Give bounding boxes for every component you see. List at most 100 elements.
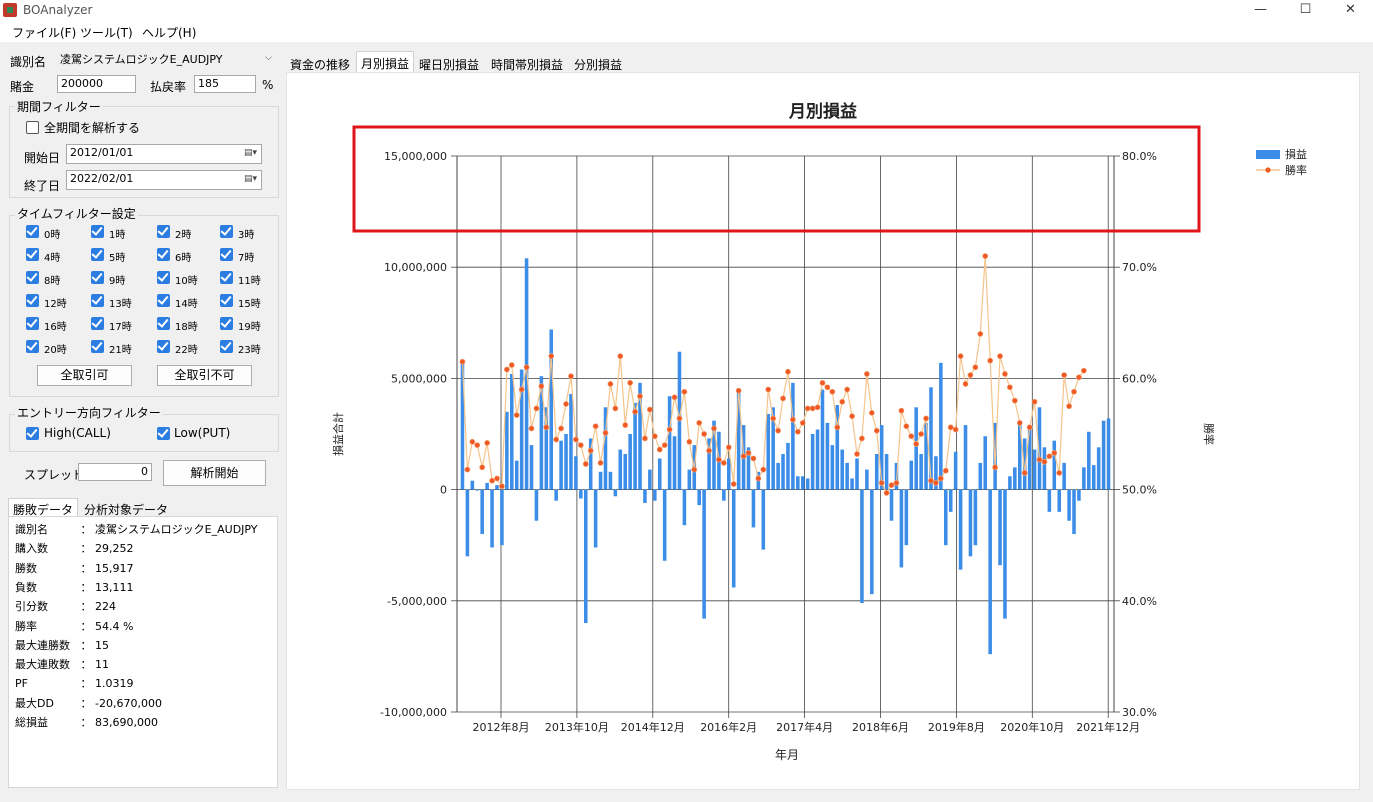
hour-checkbox[interactable] xyxy=(220,339,233,353)
pnl-bar xyxy=(697,489,701,506)
hour-checkbox[interactable] xyxy=(157,270,170,284)
start-date-picker[interactable]: 2012/01/01 ▤▾ xyxy=(66,144,262,164)
hour-checkbox[interactable] xyxy=(26,247,39,261)
stake-input[interactable]: 200000 xyxy=(57,75,136,93)
pnl-bar xyxy=(1077,489,1081,501)
hour-checkbox[interactable] xyxy=(157,247,170,261)
pnl-bar xyxy=(791,382,795,490)
payout-input[interactable]: 185 xyxy=(194,75,256,93)
pnl-bar xyxy=(1062,462,1066,490)
win-rate-point xyxy=(572,436,579,443)
win-rate-point xyxy=(908,433,915,440)
hour-checkbox[interactable] xyxy=(91,270,104,284)
win-rate-point xyxy=(849,413,855,420)
x-tick-label: 2016年2月 xyxy=(700,720,757,734)
menu-tools[interactable]: ツール(T) xyxy=(80,24,133,41)
hour-checkbox[interactable] xyxy=(26,339,39,353)
hour-checkbox[interactable] xyxy=(26,293,39,307)
win-rate-point xyxy=(859,435,865,442)
pnl-bar xyxy=(855,458,859,490)
menu-help[interactable]: ヘルプ(H) xyxy=(142,24,196,41)
hour-checkbox[interactable] xyxy=(157,316,170,330)
x-tick-label: 2012年8月 xyxy=(473,720,530,734)
win-rate-point xyxy=(627,379,634,386)
pnl-bar xyxy=(731,489,736,588)
win-rate-point xyxy=(637,393,643,400)
win-rate-point xyxy=(661,442,668,449)
stat-key: PF xyxy=(15,677,28,691)
end-date-value: 2022/02/01 xyxy=(70,172,134,185)
win-rate-point xyxy=(794,428,801,435)
hour-checkbox-label: 5時 xyxy=(109,253,126,264)
pnl-bar xyxy=(786,442,790,490)
hour-checkbox[interactable] xyxy=(220,247,233,261)
pnl-bar xyxy=(1072,489,1076,535)
pnl-bar xyxy=(998,489,1002,566)
pnl-bar xyxy=(978,462,983,490)
win-rate-point xyxy=(612,405,619,412)
pnl-bar xyxy=(500,489,504,546)
minimize-icon[interactable]: — xyxy=(1238,0,1283,20)
y2-axis-label: 勝率 xyxy=(1202,423,1216,445)
start-date-value: 2012/01/01 xyxy=(70,146,134,159)
pnl-bar xyxy=(988,489,992,655)
spread-input[interactable]: 0 xyxy=(78,463,152,481)
win-rate-point xyxy=(568,373,574,380)
hour-checkbox[interactable] xyxy=(91,339,104,353)
win-rate-point xyxy=(1080,367,1087,374)
hour-checkbox-label: 12時 xyxy=(44,299,67,310)
hour-checkbox[interactable] xyxy=(91,247,104,261)
close-icon[interactable]: ✕ xyxy=(1328,0,1373,20)
hour-checkbox[interactable] xyxy=(220,270,233,284)
end-date-picker[interactable]: 2022/02/01 ▤▾ xyxy=(66,170,262,190)
allow-all-button[interactable]: 全取引可 xyxy=(37,365,132,386)
menu-file[interactable]: ファイル(F) xyxy=(12,24,76,41)
pnl-bar xyxy=(495,485,499,490)
hour-checkbox[interactable] xyxy=(220,293,233,307)
hour-checkbox-label: 1時 xyxy=(109,230,126,241)
win-rate-point xyxy=(484,439,491,446)
win-rate-point xyxy=(617,353,624,360)
all-period-checkbox[interactable] xyxy=(26,121,39,134)
menu-bar: ファイル(F) ツール(T) ヘルプ(H) xyxy=(0,20,1373,42)
win-rate-point xyxy=(558,425,565,432)
y-tick-label: -5,000,000 xyxy=(387,595,447,608)
maximize-icon[interactable]: ☐ xyxy=(1283,0,1328,20)
win-rate-point xyxy=(1011,397,1018,404)
hour-checkbox[interactable] xyxy=(91,293,104,307)
hour-checkbox[interactable] xyxy=(26,316,39,330)
hour-checkbox-label: 2時 xyxy=(175,230,192,241)
pnl-bar xyxy=(564,434,568,490)
hour-checkbox[interactable] xyxy=(26,270,39,284)
hour-checkbox[interactable] xyxy=(26,224,39,238)
hour-checkbox[interactable] xyxy=(91,224,104,238)
stat-key: 識別名 xyxy=(15,523,48,536)
hour-checkbox[interactable] xyxy=(220,224,233,238)
end-date-label: 終了日 xyxy=(24,179,61,193)
win-rate-point xyxy=(582,461,589,467)
win-rate-point xyxy=(676,415,683,422)
stat-key: 引分数 xyxy=(15,600,48,614)
win-rate-point xyxy=(770,415,777,422)
pnl-bar xyxy=(884,454,889,490)
tab-win-loss-data[interactable]: 勝敗データ xyxy=(8,498,79,517)
pnl-bar xyxy=(1106,418,1111,490)
deny-all-button[interactable]: 全取引不可 xyxy=(157,365,252,386)
high-call-checkbox[interactable] xyxy=(26,426,39,440)
hour-checkbox[interactable] xyxy=(157,339,170,353)
win-rate-point xyxy=(755,475,762,482)
analyze-button[interactable]: 解析開始 xyxy=(163,460,266,486)
win-rate-point xyxy=(691,466,698,473)
hour-checkbox[interactable] xyxy=(91,316,104,330)
y-tick-label: 10,000,000 xyxy=(384,261,447,274)
id-combo[interactable]: 凌駕システムロジックE_AUDJPY ⌵ xyxy=(57,50,276,68)
pnl-bar xyxy=(628,434,632,490)
hour-checkbox[interactable] xyxy=(157,224,170,238)
hour-checkbox[interactable] xyxy=(157,293,170,307)
low-put-checkbox[interactable] xyxy=(157,426,170,440)
win-rate-point xyxy=(785,368,791,375)
hour-checkbox[interactable] xyxy=(220,316,233,330)
win-rate-point xyxy=(651,433,658,440)
win-rate-point xyxy=(681,388,688,395)
win-rate-point xyxy=(479,464,486,471)
